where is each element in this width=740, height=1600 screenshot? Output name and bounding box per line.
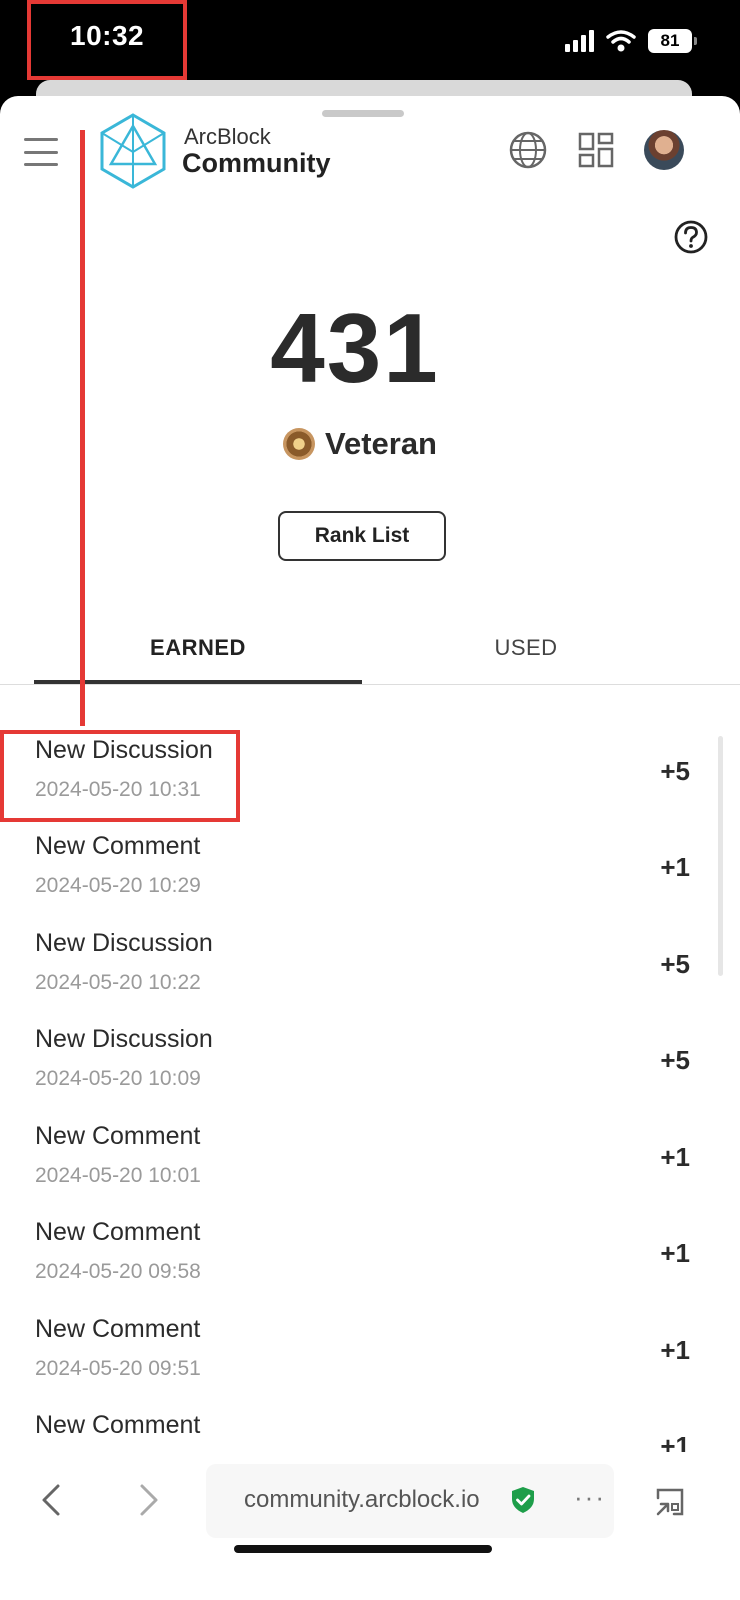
- menu-icon[interactable]: [24, 138, 58, 166]
- points-total: 431: [270, 293, 440, 403]
- status-indicators: 81: [565, 26, 697, 56]
- points-tabs: EARNED USED: [34, 616, 694, 684]
- wifi-icon: [606, 30, 636, 52]
- medal-icon: [282, 428, 315, 460]
- list-item[interactable]: New Comment 2024-05-20 10:29 +1: [0, 832, 740, 928]
- signal-icon: [565, 30, 594, 52]
- globe-icon[interactable]: [508, 130, 548, 170]
- forward-icon[interactable]: [134, 1480, 164, 1520]
- level-label: Veteran: [324, 426, 437, 461]
- arcblock-logo: [100, 113, 166, 189]
- item-points: +5: [660, 756, 690, 786]
- battery-icon: 81: [648, 29, 697, 53]
- minimize-icon[interactable]: [654, 1486, 686, 1518]
- app-sheet: ArcBlock Community 431 Veteran Rank List…: [0, 96, 740, 1600]
- url-text: community.arcblock.io: [244, 1486, 480, 1513]
- brand-subtitle: Community: [182, 148, 331, 178]
- item-title: New Comment: [35, 832, 201, 860]
- list-item[interactable]: New Discussion 2024-05-20 10:22 +5: [0, 929, 740, 1025]
- item-title: New Discussion: [35, 929, 213, 957]
- item-date: 2024-05-20 09:58: [35, 1260, 201, 1283]
- item-date: 2024-05-20 10:09: [35, 1067, 201, 1090]
- item-points: +1: [660, 852, 690, 882]
- sheet-grabber[interactable]: [322, 110, 404, 117]
- annotation-box-time: [27, 0, 187, 80]
- help-icon[interactable]: [674, 220, 708, 254]
- brand-name: ArcBlock: [184, 124, 271, 149]
- item-title: New Comment: [35, 1411, 201, 1439]
- item-points: +1: [660, 1142, 690, 1172]
- avatar[interactable]: [644, 130, 684, 170]
- tab-used[interactable]: USED: [362, 616, 690, 680]
- apps-icon[interactable]: [578, 132, 614, 168]
- tabs-divider: [0, 684, 740, 685]
- item-title: New Comment: [35, 1122, 201, 1150]
- item-date: 2024-05-20 09:51: [35, 1357, 201, 1380]
- item-date: 2024-05-20 10:22: [35, 971, 201, 994]
- list-item[interactable]: New Comment 2024-05-20 09:51 +1: [0, 1315, 740, 1411]
- item-points: +1: [660, 1238, 690, 1268]
- more-icon[interactable]: ···: [574, 1482, 606, 1513]
- scrollbar[interactable]: [718, 736, 723, 976]
- secure-shield-icon: [512, 1487, 534, 1513]
- annotation-line: [80, 130, 85, 726]
- item-date: 2024-05-20 10:29: [35, 874, 201, 897]
- list-item[interactable]: New Comment 2024-05-20 09:58 +1: [0, 1218, 740, 1314]
- item-title: New Comment: [35, 1218, 201, 1246]
- item-title: New Discussion: [35, 1025, 213, 1053]
- level-row: Veteran: [0, 426, 720, 462]
- rank-list-button[interactable]: Rank List: [278, 511, 446, 561]
- item-points: +1: [660, 1335, 690, 1365]
- annotation-box-item: [0, 730, 240, 822]
- home-indicator[interactable]: [234, 1545, 492, 1553]
- item-date: 2024-05-20 10:01: [35, 1164, 201, 1187]
- back-icon[interactable]: [36, 1480, 66, 1520]
- list-item[interactable]: New Discussion 2024-05-20 10:09 +5: [0, 1025, 740, 1121]
- item-title: New Comment: [35, 1315, 201, 1343]
- browser-toolbar: community.arcblock.io ···: [0, 1452, 740, 1600]
- item-points: +5: [660, 1045, 690, 1075]
- address-bar[interactable]: community.arcblock.io: [206, 1464, 614, 1538]
- item-points: +5: [660, 949, 690, 979]
- list-item[interactable]: New Comment 2024-05-20 10:01 +1: [0, 1122, 740, 1218]
